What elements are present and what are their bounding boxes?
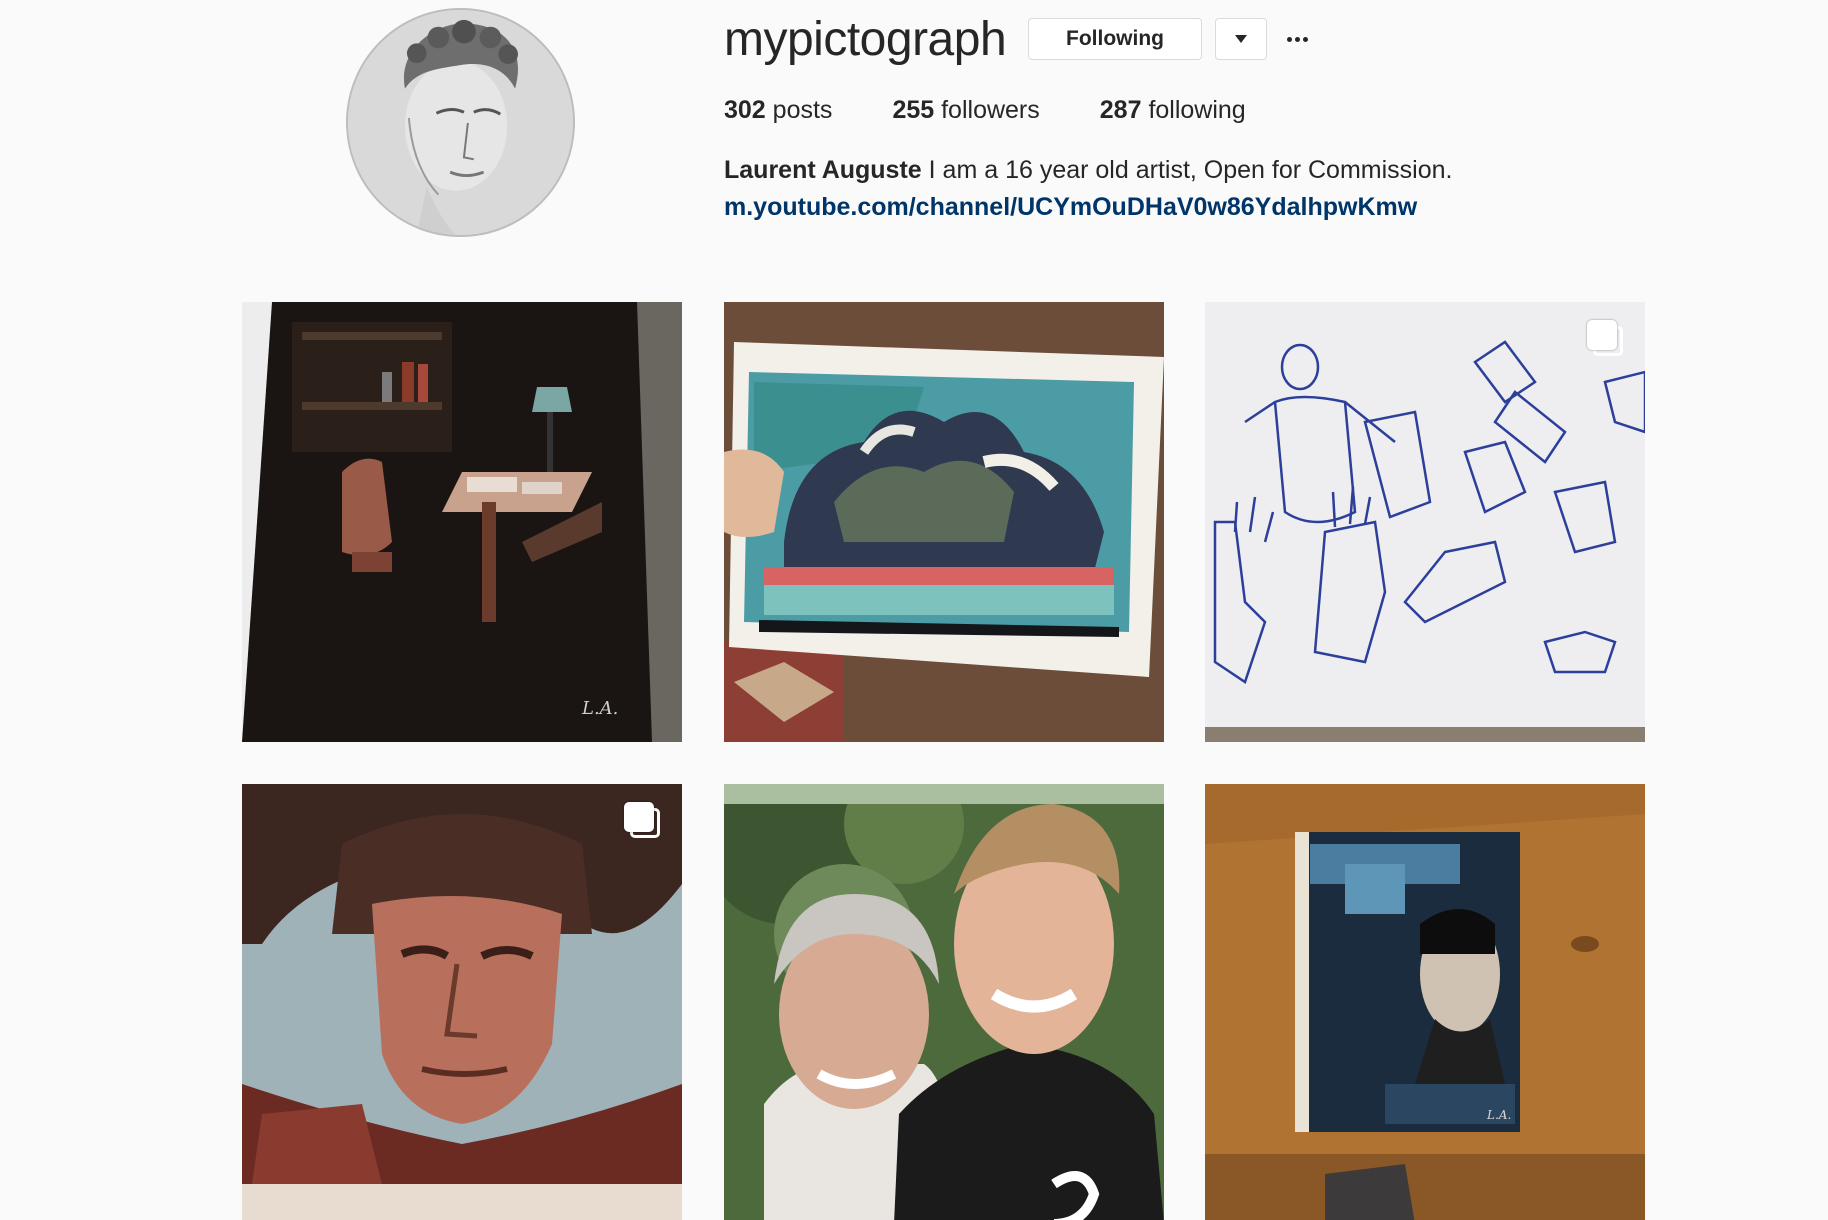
- followers-label: followers: [941, 96, 1040, 124]
- post-image: L.A.: [242, 302, 682, 742]
- profile-avatar[interactable]: [346, 8, 575, 237]
- followers-count: 255: [892, 96, 935, 124]
- followers-stat[interactable]: 255 followers: [892, 95, 1039, 125]
- svg-text:L.A.: L.A.: [581, 698, 618, 719]
- posts-count: 302: [724, 96, 766, 124]
- posts-stat: 302 posts: [724, 95, 832, 125]
- ellipsis-icon: [1286, 36, 1308, 42]
- carousel-icon: [1587, 320, 1625, 358]
- post-image: [724, 302, 1164, 742]
- post-thumbnail[interactable]: L.A.: [1205, 784, 1645, 1220]
- suggestions-dropdown-button[interactable]: [1215, 18, 1267, 60]
- profile-bio: Laurent Auguste I am a 16 year old artis…: [724, 155, 1452, 185]
- post-thumbnail[interactable]: [1205, 302, 1645, 742]
- more-options-button[interactable]: [1280, 22, 1314, 56]
- following-count: 287: [1099, 96, 1142, 124]
- profile-page: mypictograph Following 302 posts 255 fol…: [0, 0, 1828, 1220]
- following-button[interactable]: Following: [1028, 18, 1202, 60]
- post-image: L.A.: [1205, 784, 1645, 1220]
- post-thumbnail[interactable]: [242, 784, 682, 1220]
- post-thumbnail[interactable]: [724, 784, 1164, 1220]
- website-link[interactable]: m.youtube.com/channel/UCYmOuDHaV0w86Ydal…: [724, 192, 1417, 222]
- profile-info: mypictograph Following 302 posts 255 fol…: [724, 0, 1724, 240]
- post-thumbnail[interactable]: [724, 302, 1164, 742]
- post-image: [724, 784, 1164, 1220]
- username: mypictograph: [724, 13, 1007, 66]
- avatar-sketch-image: [348, 10, 573, 235]
- post-image: [242, 784, 682, 1220]
- post-image: [1205, 302, 1645, 742]
- svg-text:L.A.: L.A.: [1486, 1108, 1511, 1122]
- following-label: following: [1148, 96, 1246, 124]
- profile-stats: 302 posts 255 followers 287 following: [724, 95, 1306, 125]
- chevron-down-icon: [1235, 35, 1247, 43]
- post-thumbnail[interactable]: L.A.: [242, 302, 682, 742]
- full-name: Laurent Auguste: [724, 156, 922, 184]
- following-stat[interactable]: 287 following: [1100, 95, 1246, 125]
- bio-text: I am a 16 year old artist, Open for Comm…: [928, 156, 1453, 184]
- posts-label: posts: [772, 96, 833, 124]
- carousel-icon: [624, 802, 662, 840]
